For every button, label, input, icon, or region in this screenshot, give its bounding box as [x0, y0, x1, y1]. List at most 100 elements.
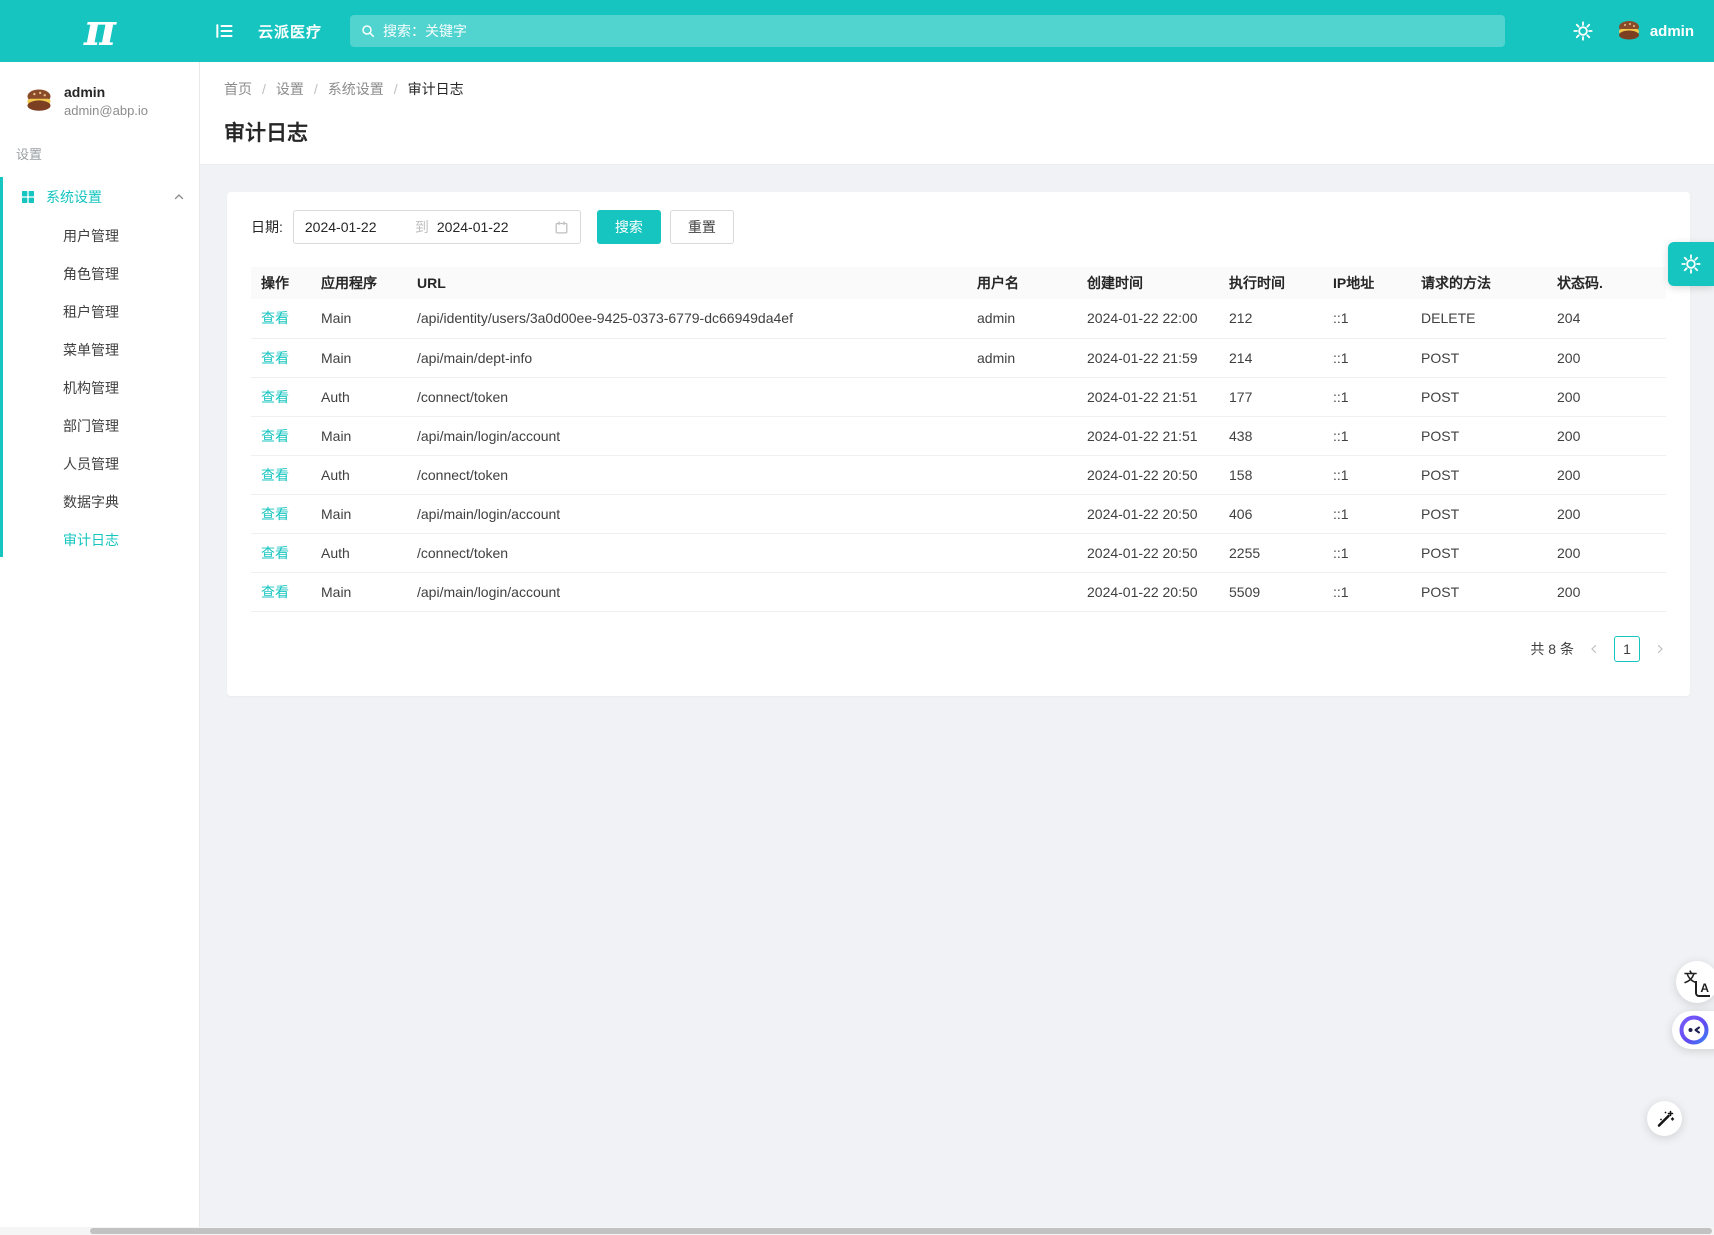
- column-header: 创建时间: [1079, 267, 1221, 299]
- cell-user: admin: [969, 299, 1079, 338]
- view-link[interactable]: 查看: [261, 310, 289, 326]
- sidebar-subitem-3[interactable]: 菜单管理: [0, 331, 199, 369]
- app-logo[interactable]: π: [84, 9, 116, 53]
- sidebar-menu: 系统设置 用户管理角色管理租户管理菜单管理机构管理部门管理人员管理数据字典审计日…: [0, 177, 199, 559]
- breadcrumb-item: 审计日志: [408, 79, 464, 99]
- global-search-input[interactable]: 搜索：关键字: [350, 15, 1505, 47]
- calendar-icon: [554, 220, 569, 235]
- sidebar-subitem-2[interactable]: 租户管理: [0, 293, 199, 331]
- cell-created: 2024-01-22 20:50: [1079, 533, 1221, 572]
- breadcrumb-item[interactable]: 系统设置: [328, 79, 384, 99]
- next-page-icon[interactable]: [1654, 643, 1666, 655]
- view-link[interactable]: 查看: [261, 428, 289, 444]
- breadcrumb-separator: /: [262, 81, 266, 97]
- view-link[interactable]: 查看: [261, 506, 289, 522]
- page-number-button[interactable]: 1: [1614, 636, 1640, 662]
- cell-method: POST: [1413, 416, 1549, 455]
- sidebar-user-block[interactable]: admin admin@abp.io: [0, 62, 199, 118]
- sidebar-subitem-5[interactable]: 部门管理: [0, 407, 199, 445]
- cell-status: 200: [1549, 494, 1666, 533]
- user-menu[interactable]: admin: [1616, 18, 1694, 44]
- screen: π 云派医疗 搜索：关键字: [0, 0, 1714, 1235]
- breadcrumb-item[interactable]: 首页: [224, 79, 252, 99]
- cell-method: POST: [1413, 494, 1549, 533]
- sidebar-subitem-1[interactable]: 角色管理: [0, 255, 199, 293]
- view-link[interactable]: 查看: [261, 467, 289, 483]
- date-from-input[interactable]: 2024-01-22: [305, 219, 413, 235]
- menu-parent-label: 系统设置: [46, 187, 102, 207]
- cell-duration: 2255: [1221, 533, 1325, 572]
- magic-wand-button[interactable]: [1647, 1101, 1682, 1136]
- cell-user: [969, 377, 1079, 416]
- cell-method: POST: [1413, 377, 1549, 416]
- date-range-picker[interactable]: 2024-01-22 到 2024-01-22: [293, 210, 581, 244]
- cell-status: 200: [1549, 377, 1666, 416]
- view-link[interactable]: 查看: [261, 584, 289, 600]
- cell-status: 200: [1549, 416, 1666, 455]
- cell-user: [969, 416, 1079, 455]
- sidebar-subitem-6[interactable]: 人员管理: [0, 445, 199, 483]
- page-header: 首页/设置/系统设置/审计日志 审计日志: [200, 62, 1714, 165]
- translate-icon: 文 A: [1686, 971, 1708, 993]
- settings-gear-icon[interactable]: [1572, 20, 1594, 42]
- pagination: 共 8 条 1: [251, 636, 1666, 662]
- cell-status: 200: [1549, 533, 1666, 572]
- column-header: 应用程序: [313, 267, 409, 299]
- horizontal-scrollbar-thumb[interactable]: [90, 1228, 1712, 1234]
- cell-ip: ::1: [1325, 572, 1413, 611]
- column-header: URL: [409, 267, 969, 299]
- cell-app: Main: [313, 416, 409, 455]
- column-header: 请求的方法: [1413, 267, 1549, 299]
- cell-created: 2024-01-22 20:50: [1079, 572, 1221, 611]
- pagination-total: 共 8 条: [1530, 639, 1574, 659]
- cell-method: POST: [1413, 455, 1549, 494]
- cell-created: 2024-01-22 22:00: [1079, 299, 1221, 338]
- prev-page-icon[interactable]: [1588, 643, 1600, 655]
- sidebar-subitem-4[interactable]: 机构管理: [0, 369, 199, 407]
- cell-url: /api/main/login/account: [409, 494, 969, 533]
- submenu: 用户管理角色管理租户管理菜单管理机构管理部门管理人员管理数据字典审计日志: [0, 217, 199, 559]
- sidebar-subitem-7[interactable]: 数据字典: [0, 483, 199, 521]
- reset-button[interactable]: 重置: [670, 210, 734, 244]
- cell-created: 2024-01-22 20:50: [1079, 494, 1221, 533]
- cell-created: 2024-01-22 21:51: [1079, 377, 1221, 416]
- sidebar-user-email: admin@abp.io: [64, 103, 148, 118]
- cell-ip: ::1: [1325, 533, 1413, 572]
- cell-user: [969, 572, 1079, 611]
- cell-created: 2024-01-22 21:59: [1079, 338, 1221, 377]
- logo-area[interactable]: π: [0, 9, 200, 53]
- cell-app: Auth: [313, 533, 409, 572]
- sidebar-item-system-settings[interactable]: 系统设置: [0, 177, 199, 217]
- filter-row: 日期: 2024-01-22 到 2024-01-22 搜索 重置: [251, 210, 1666, 244]
- view-link[interactable]: 查看: [261, 350, 289, 366]
- navbar-right: admin: [1572, 18, 1694, 44]
- cell-user: admin: [969, 338, 1079, 377]
- translate-button[interactable]: 文 A: [1676, 961, 1714, 1003]
- cell-method: POST: [1413, 572, 1549, 611]
- audit-log-card: 日期: 2024-01-22 到 2024-01-22 搜索 重置: [227, 192, 1690, 696]
- sidebar-subitem-0[interactable]: 用户管理: [0, 217, 199, 255]
- view-link[interactable]: 查看: [261, 545, 289, 561]
- cell-duration: 5509: [1221, 572, 1325, 611]
- view-link[interactable]: 查看: [261, 389, 289, 405]
- cell-ip: ::1: [1325, 377, 1413, 416]
- breadcrumb-separator: /: [314, 81, 318, 97]
- cell-url: /connect/token: [409, 377, 969, 416]
- breadcrumb-item[interactable]: 设置: [276, 79, 304, 99]
- cell-duration: 212: [1221, 299, 1325, 338]
- date-to-input[interactable]: 2024-01-22: [437, 219, 545, 235]
- cell-url: /connect/token: [409, 455, 969, 494]
- theme-drawer-button[interactable]: [1668, 242, 1714, 286]
- cell-status: 200: [1549, 572, 1666, 611]
- search-button[interactable]: 搜索: [597, 210, 661, 244]
- cell-app: Main: [313, 572, 409, 611]
- sidebar-subitem-8[interactable]: 审计日志: [0, 521, 199, 559]
- robot-icon: [1679, 1015, 1709, 1045]
- cell-method: POST: [1413, 533, 1549, 572]
- assistant-robot-button[interactable]: [1672, 1011, 1714, 1049]
- navbar-username: admin: [1650, 23, 1694, 40]
- cell-ip: ::1: [1325, 494, 1413, 533]
- menu-fold-icon[interactable]: [214, 21, 234, 41]
- cell-duration: 177: [1221, 377, 1325, 416]
- column-header: 操作: [251, 267, 313, 299]
